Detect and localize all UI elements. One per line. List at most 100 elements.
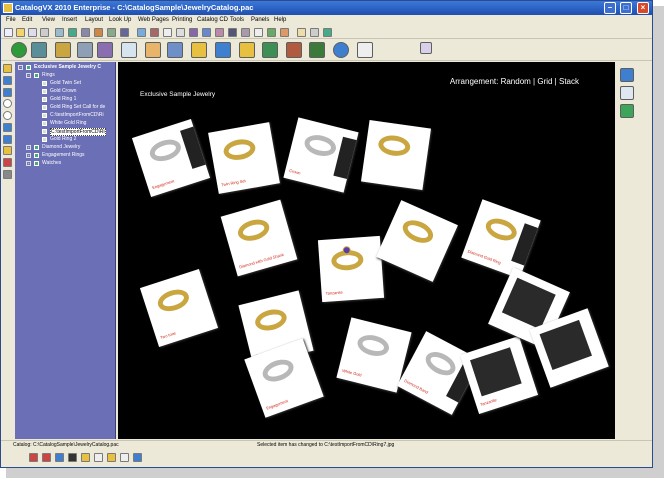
add-icon[interactable]	[3, 99, 12, 108]
note-icon[interactable]	[107, 453, 116, 462]
image-icon[interactable]	[55, 28, 64, 37]
tree-group-rings[interactable]: Rings	[42, 72, 55, 78]
gift-icon[interactable]	[3, 158, 12, 167]
tree-item[interactable]: Gold Crown	[50, 88, 76, 94]
product-card[interactable]: Diamond Gold Ring	[461, 199, 541, 279]
expand-icon[interactable]: +	[26, 153, 31, 158]
product-card[interactable]: Diamond with Gold Shank	[220, 199, 298, 277]
window-icon[interactable]	[133, 453, 142, 462]
folder-icon[interactable]	[191, 42, 207, 58]
product-card[interactable]	[376, 200, 458, 282]
upload-icon[interactable]	[215, 42, 231, 58]
report-icon[interactable]	[42, 453, 51, 462]
clipboard-list-icon[interactable]	[620, 86, 634, 100]
tree-item-selected[interactable]: C:\testImportFromCD\Ri	[50, 128, 106, 136]
film-icon[interactable]	[68, 453, 77, 462]
product-card[interactable]: Engagement	[131, 118, 211, 198]
minimize-button[interactable]: –	[604, 2, 616, 14]
menu-printing[interactable]: Printing	[172, 17, 192, 23]
new-page-icon[interactable]	[121, 42, 137, 58]
catalog-canvas[interactable]: Arrangement: Random | Grid | Stack Exclu…	[118, 62, 615, 439]
copy-icon[interactable]	[241, 28, 250, 37]
tree-item[interactable]: Gold Ring 1	[50, 96, 76, 102]
move-down-icon[interactable]	[3, 76, 12, 85]
menu-look-up[interactable]: Look Up	[109, 17, 131, 23]
home-icon[interactable]	[11, 42, 27, 58]
expand-icon[interactable]: +	[26, 145, 31, 150]
menu-view[interactable]: View	[42, 17, 55, 23]
refresh-icon[interactable]	[68, 28, 77, 37]
menu-tools[interactable]: Tools	[230, 17, 244, 23]
menu-catalog-cd[interactable]: Catalog CD	[197, 17, 228, 23]
collapse-icon[interactable]: −	[26, 73, 31, 78]
chart-icon[interactable]	[267, 28, 276, 37]
search-icon[interactable]	[40, 28, 49, 37]
tree-item[interactable]: Gold Twin Set	[50, 80, 81, 86]
product-card[interactable]: Crown	[283, 117, 359, 193]
properties-icon[interactable]	[28, 28, 37, 37]
tree-item[interactable]: White Gold Ring	[50, 120, 86, 126]
scan-icon[interactable]	[81, 28, 90, 37]
product-card[interactable]	[360, 119, 432, 191]
settings-icon[interactable]	[420, 42, 432, 54]
maximize-button[interactable]: □	[620, 2, 632, 14]
camera-icon[interactable]	[94, 28, 103, 37]
move-up-icon[interactable]	[3, 88, 12, 97]
pdf-icon[interactable]	[29, 453, 38, 462]
database-icon[interactable]	[55, 453, 64, 462]
doc-icon[interactable]	[120, 453, 129, 462]
tree-group[interactable]: Diamond Jewelry	[42, 144, 80, 150]
grid-icon[interactable]	[137, 28, 146, 37]
import-icon[interactable]	[107, 28, 116, 37]
page-icon[interactable]	[163, 28, 172, 37]
globe-icon[interactable]	[333, 42, 349, 58]
menu-insert[interactable]: Insert	[62, 17, 77, 23]
wand-icon[interactable]	[55, 42, 71, 58]
slideshow-icon[interactable]	[150, 28, 159, 37]
tools-icon[interactable]	[77, 42, 93, 58]
sort-icon[interactable]	[3, 123, 12, 132]
product-card[interactable]: Tanzanite	[459, 335, 539, 415]
arrangement-options[interactable]: Arrangement: Random | Grid | Stack	[450, 77, 579, 86]
link-icon[interactable]	[310, 28, 319, 37]
tree-item[interactable]: Gold Ring Set Call for de	[50, 104, 105, 110]
close-button[interactable]: ×	[637, 2, 649, 14]
document-icon[interactable]	[176, 28, 185, 37]
tree-group[interactable]: Engagement Rings	[42, 152, 85, 158]
menu-layout[interactable]: Layout	[85, 17, 103, 23]
save-icon[interactable]	[202, 28, 211, 37]
monitor-icon[interactable]	[620, 68, 634, 82]
shape-icon[interactable]	[297, 28, 306, 37]
new-icon[interactable]	[4, 28, 13, 37]
expand-icon[interactable]: +	[26, 161, 31, 166]
contacts-icon[interactable]	[357, 42, 373, 58]
remove-icon[interactable]	[3, 111, 12, 120]
disk-icon[interactable]	[228, 28, 237, 37]
tree-group[interactable]: Watches	[42, 160, 61, 166]
tree-icon[interactable]	[309, 42, 325, 58]
print-icon[interactable]	[280, 28, 289, 37]
tree-item[interactable]: Gold Ring 2	[50, 136, 76, 142]
trophy-icon[interactable]	[81, 453, 90, 462]
print-small-icon[interactable]	[3, 170, 12, 179]
catalog-icon[interactable]	[31, 42, 47, 58]
save-disk-icon[interactable]	[167, 42, 183, 58]
menu-file[interactable]: File	[6, 17, 16, 23]
open-icon[interactable]	[16, 28, 25, 37]
product-card[interactable]: Twin Ring Set	[208, 122, 280, 194]
tree-item[interactable]: C:\testImportFromCD\Ri	[50, 112, 104, 118]
report-icon[interactable]	[215, 28, 224, 37]
pen-icon[interactable]	[189, 28, 198, 37]
tree-root[interactable]: Exclusive Sample Jewelry C	[34, 64, 101, 70]
web-icon[interactable]	[323, 28, 332, 37]
product-card[interactable]: Tanzanite	[317, 235, 385, 303]
magnifier-icon[interactable]	[97, 42, 113, 58]
export-icon[interactable]	[120, 28, 129, 37]
money-icon[interactable]	[620, 104, 634, 118]
menu-web-pages[interactable]: Web Pages	[138, 17, 169, 23]
edit-icon[interactable]	[3, 64, 12, 73]
menu-panels[interactable]: Panels	[251, 17, 269, 23]
book-icon[interactable]	[262, 42, 278, 58]
filter-icon[interactable]	[3, 135, 12, 144]
star-icon[interactable]	[3, 146, 12, 155]
